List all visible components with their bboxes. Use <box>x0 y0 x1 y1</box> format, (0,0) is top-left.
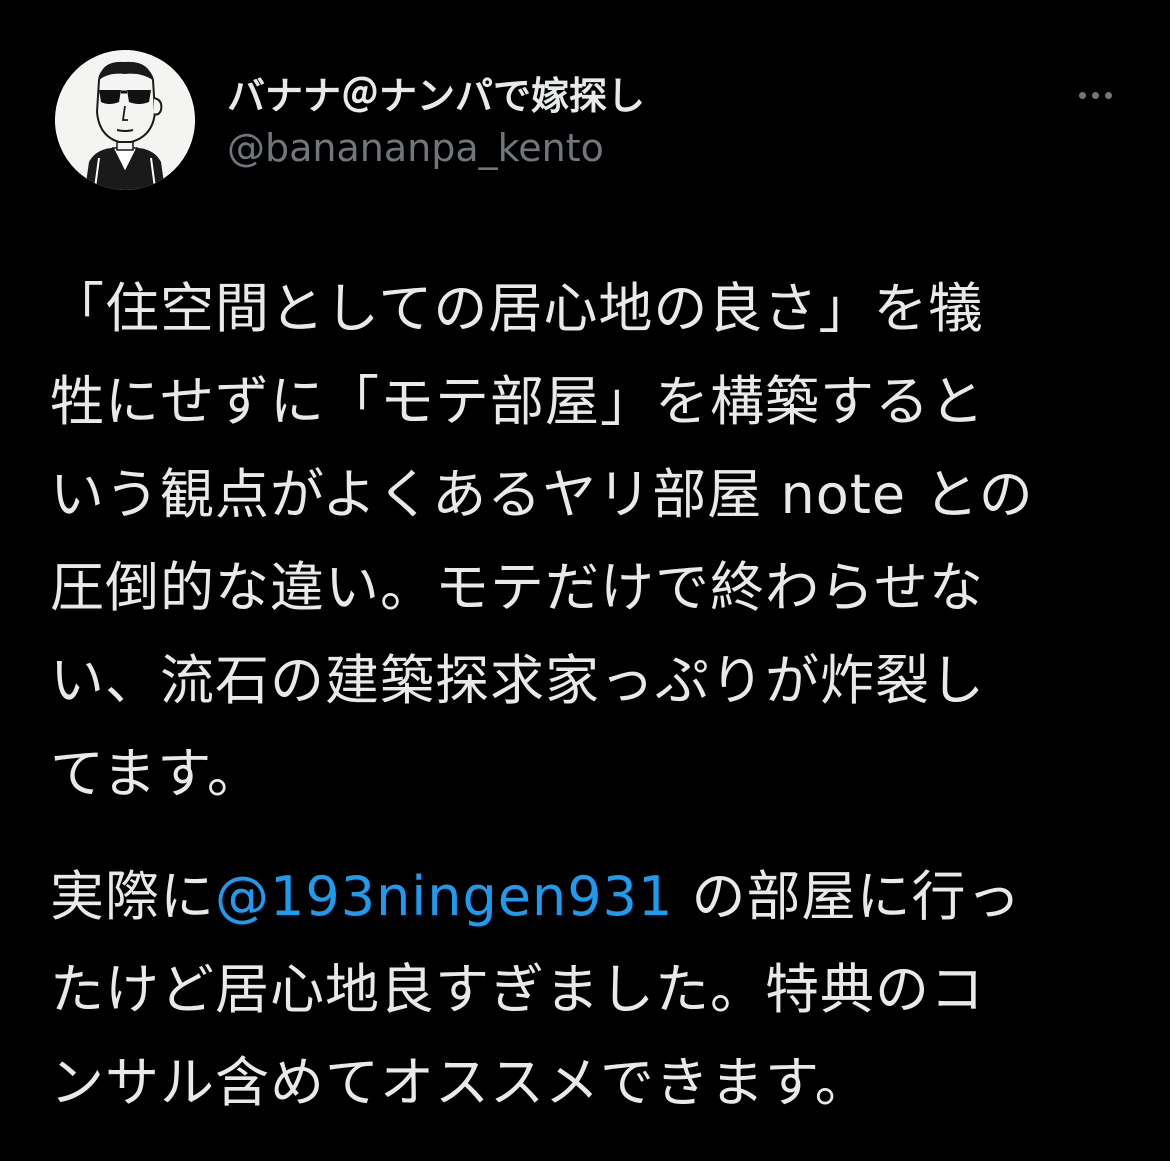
text-line: てます。 <box>50 742 262 805</box>
text-segment: の部屋に行っ <box>673 865 1022 928</box>
author-handle[interactable]: @banananpa_kento <box>227 122 645 174</box>
tweet-text: 「住空間としての居心地の良さ」を犠 牲にせずに「モテ部屋」を構築すると いう観点… <box>50 262 1125 1129</box>
author-display-name[interactable]: バナナ＠ナンパで嫁探し <box>227 72 645 120</box>
author-names: バナナ＠ナンパで嫁探し @banananpa_kento <box>227 72 645 174</box>
text-line-with-mention: 実際に@193ningen931 の部屋に行っ <box>50 850 1125 943</box>
tweet-header: バナナ＠ナンパで嫁探し @banananpa_kento <box>55 50 1125 190</box>
text-line: たけど居心地良すぎました。特典のコ <box>50 958 985 1021</box>
text-line: ンサル含めてオススメできます。 <box>50 1051 870 1114</box>
more-options-button[interactable] <box>1065 80 1125 110</box>
cartoon-man-sunglasses-avatar-icon <box>55 50 195 190</box>
tweet-paragraph-1: 「住空間としての居心地の良さ」を犠 牲にせずに「モテ部屋」を構築すると いう観点… <box>50 262 1125 820</box>
text-line: 牲にせずに「モテ部屋」を構築すると <box>50 370 985 433</box>
tweet-paragraph-2: 実際に@193ningen931 の部屋に行っ たけど居心地良すぎました。特典の… <box>50 850 1125 1129</box>
text-segment: 実際に <box>50 865 215 928</box>
text-line: 「住空間としての居心地の良さ」を犠 <box>50 277 984 340</box>
more-dots-icon <box>1076 91 1115 99</box>
text-line: いう観点がよくあるヤリ部屋 note との <box>50 463 1034 526</box>
text-line: い、流石の建築探求家っぷりが炸裂し <box>50 649 985 712</box>
avatar[interactable] <box>55 50 195 190</box>
mention-link[interactable]: @193ningen931 <box>215 865 673 928</box>
tweet: バナナ＠ナンパで嫁探し @banananpa_kento 「住空間としての居心地… <box>0 0 1170 1161</box>
text-line: 圧倒的な違い。モテだけで終わらせな <box>50 556 984 619</box>
